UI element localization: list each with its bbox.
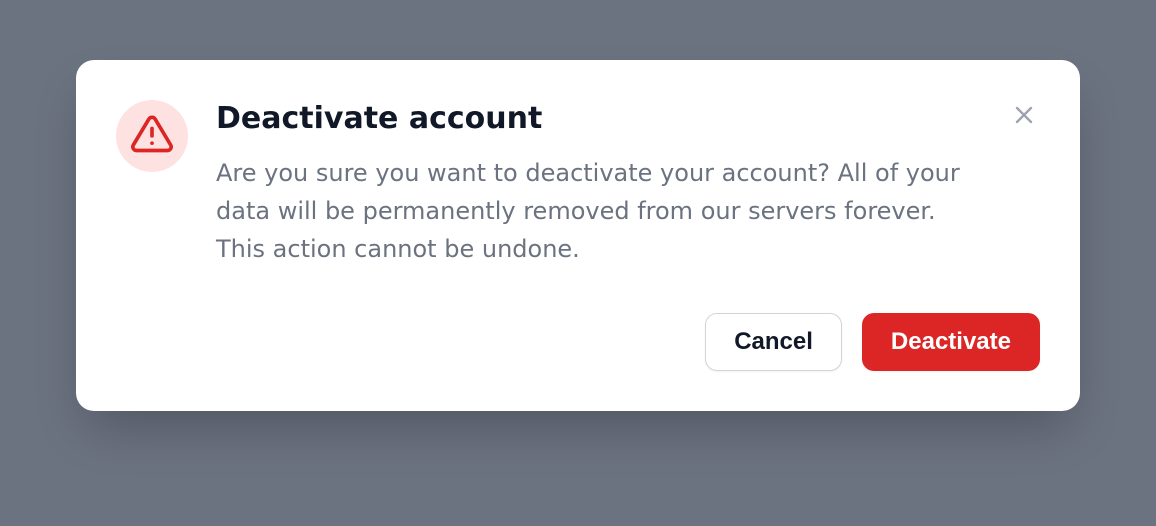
warning-icon-container (116, 100, 188, 172)
deactivate-button[interactable]: Deactivate (862, 313, 1040, 371)
dialog-content: Deactivate account Are you sure you want… (116, 100, 1040, 269)
warning-triangle-icon (130, 112, 174, 160)
deactivate-account-dialog: Deactivate account Are you sure you want… (76, 60, 1080, 411)
close-icon (1010, 101, 1038, 132)
dialog-text: Deactivate account Are you sure you want… (216, 100, 1040, 269)
dialog-description: Are you sure you want to deactivate your… (216, 154, 980, 269)
dialog-actions: Cancel Deactivate (116, 313, 1040, 371)
cancel-button[interactable]: Cancel (705, 313, 842, 371)
close-button[interactable] (1008, 100, 1040, 132)
dialog-title: Deactivate account (216, 100, 980, 138)
